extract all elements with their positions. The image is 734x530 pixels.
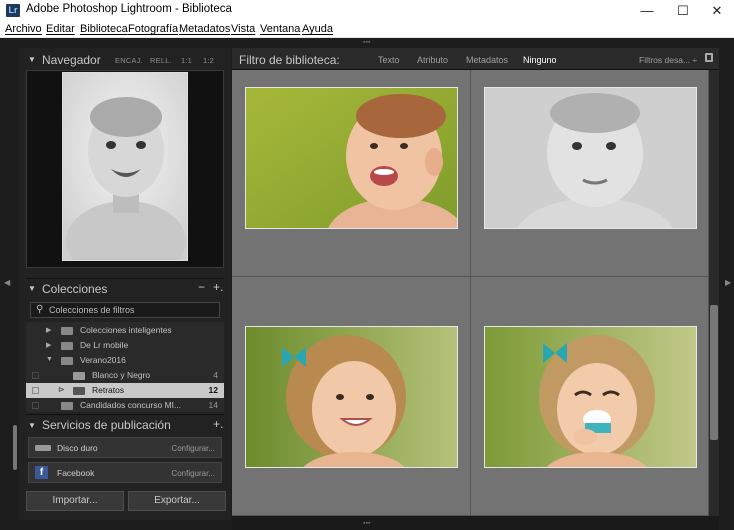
close-button[interactable]: ✕ (700, 0, 734, 21)
menu-vista[interactable]: Vista (231, 23, 255, 35)
collection-row-verano[interactable]: ▼ Verano2016 (26, 353, 224, 368)
right-panel-toggle-icon[interactable]: ▶ (725, 278, 731, 287)
photo-thumbnail[interactable] (484, 326, 697, 468)
menu-ayuda[interactable]: Ayuda (302, 23, 333, 35)
collection-set-icon (61, 357, 73, 365)
collection-count: 4 (213, 370, 218, 380)
top-panel-toggle-icon[interactable]: ▪▪▪ (363, 39, 370, 46)
import-button[interactable]: Importar... (26, 491, 124, 511)
publish-title: Servicios de publicación (42, 418, 171, 432)
grid-scroll-thumb[interactable] (710, 305, 718, 440)
photo-grid (232, 70, 709, 516)
collection-checkbox[interactable] (32, 402, 39, 409)
collection-label: Candidados concurso MI... (80, 400, 182, 410)
expand-arrow-icon[interactable]: ▶ (46, 326, 51, 334)
collection-icon (73, 387, 85, 395)
collection-label: De Lr mobile (80, 340, 129, 350)
collection-row-bn[interactable]: Blanco y Negro 4 (26, 368, 224, 383)
filter-presets-dropdown[interactable]: Filtros desa... ÷ (639, 55, 697, 65)
collections-filter-input[interactable]: ⚲ Colecciones de filtros (30, 302, 220, 318)
collection-row-retratos[interactable]: ⊳ Retratos 12 (26, 383, 224, 398)
expand-arrow-icon[interactable]: ▶ (46, 341, 51, 349)
lock-icon[interactable] (705, 53, 713, 62)
library-filter-bar: Filtro de biblioteca: Texto Atributo Met… (232, 48, 719, 70)
service-name: Facebook (57, 468, 95, 478)
collection-icon (73, 372, 85, 380)
lightroom-app-icon: Lr (6, 4, 20, 17)
hard-drive-icon (35, 445, 51, 451)
collection-checkbox[interactable] (32, 372, 39, 379)
publish-add-button[interactable]: +. (213, 417, 223, 431)
collection-label: Blanco y Negro (92, 370, 151, 380)
collection-set-icon (61, 327, 73, 335)
collections-filter-placeholder: Colecciones de filtros (49, 305, 135, 315)
collection-row-smart[interactable]: ▶ Colecciones inteligentes (26, 323, 224, 338)
bottom-filmstrip-edge (232, 516, 719, 530)
collection-label: Retratos (92, 385, 125, 395)
search-icon: ⚲ (36, 304, 44, 315)
menu-fotografia[interactable]: Fotografía (128, 23, 178, 35)
collection-label: Colecciones inteligentes (80, 325, 172, 335)
collection-row-concurso[interactable]: Candidados concurso MI... 14 (26, 398, 224, 413)
menu-bar: Archivo Editar Biblioteca Fotografía Met… (0, 21, 734, 38)
menu-editar[interactable]: Editar (46, 23, 75, 35)
collection-row-lr-mobile[interactable]: ▶ De Lr mobile (26, 338, 224, 353)
filter-atributo[interactable]: Atributo (417, 55, 448, 65)
left-panel-toggle-icon[interactable]: ◀ (4, 278, 10, 287)
menu-ventana[interactable]: Ventana (260, 23, 300, 35)
filter-texto[interactable]: Texto (378, 55, 400, 65)
collection-icon (61, 402, 73, 410)
collections-add-button[interactable]: +. (213, 280, 223, 294)
title-bar: Lr Adobe Photoshop Lightroom - Bibliotec… (0, 0, 734, 21)
bottom-panel-toggle-icon[interactable]: ▪▪▪ (363, 520, 370, 527)
minimize-button[interactable]: — (630, 0, 664, 21)
collections-remove-button[interactable]: − (198, 280, 205, 294)
zoom-1-1[interactable]: 1:1 (181, 56, 192, 65)
collection-count: 12 (208, 385, 218, 395)
service-configure-link[interactable]: Configurar... (171, 444, 215, 453)
photo-thumbnail[interactable] (245, 326, 458, 468)
service-hard-drive[interactable]: Disco duro Configurar... (28, 437, 222, 458)
service-facebook[interactable]: f Facebook Configurar... (28, 462, 222, 483)
collection-count: 14 (208, 400, 218, 410)
library-filter-label: Filtro de biblioteca: (239, 53, 340, 67)
collections-collapse-icon[interactable]: ▼ (28, 284, 36, 293)
photo-thumbnail[interactable] (245, 87, 458, 229)
collapse-arrow-icon[interactable]: ▼ (46, 356, 53, 363)
photo-thumbnail[interactable] (484, 87, 697, 229)
export-button[interactable]: Exportar... (128, 491, 226, 511)
zoom-rell[interactable]: RELL. (150, 56, 172, 65)
menu-biblioteca[interactable]: Biblioteca (80, 23, 128, 35)
collection-checkbox[interactable] (32, 387, 39, 394)
grid-scrollbar[interactable] (709, 70, 719, 516)
maximize-button[interactable]: ☐ (666, 0, 700, 21)
menu-archivo[interactable]: Archivo (5, 23, 42, 35)
service-name: Disco duro (57, 443, 98, 453)
window-title: Adobe Photoshop Lightroom - Biblioteca (26, 3, 232, 15)
target-collection-icon: ⊳ (58, 385, 65, 394)
collections-title: Colecciones (42, 282, 108, 296)
publish-collapse-icon[interactable]: ▼ (28, 421, 36, 430)
collection-label: Verano2016 (80, 355, 126, 365)
left-panel-scrollbar[interactable] (13, 425, 17, 470)
filter-metadatos[interactable]: Metadatos (466, 55, 508, 65)
navigator-photo (62, 72, 188, 261)
filter-ninguno[interactable]: Ninguno (523, 55, 557, 65)
navigator-collapse-icon[interactable]: ▼ (28, 55, 36, 64)
collection-set-icon (61, 342, 73, 350)
service-configure-link[interactable]: Configurar... (171, 469, 215, 478)
navigator-title: Navegador (42, 53, 101, 67)
facebook-icon: f (35, 466, 48, 479)
menu-metadatos[interactable]: Metadatos (179, 23, 230, 35)
zoom-1-2[interactable]: 1:2 (203, 56, 214, 65)
zoom-encaj[interactable]: ENCAJ. (115, 56, 143, 65)
